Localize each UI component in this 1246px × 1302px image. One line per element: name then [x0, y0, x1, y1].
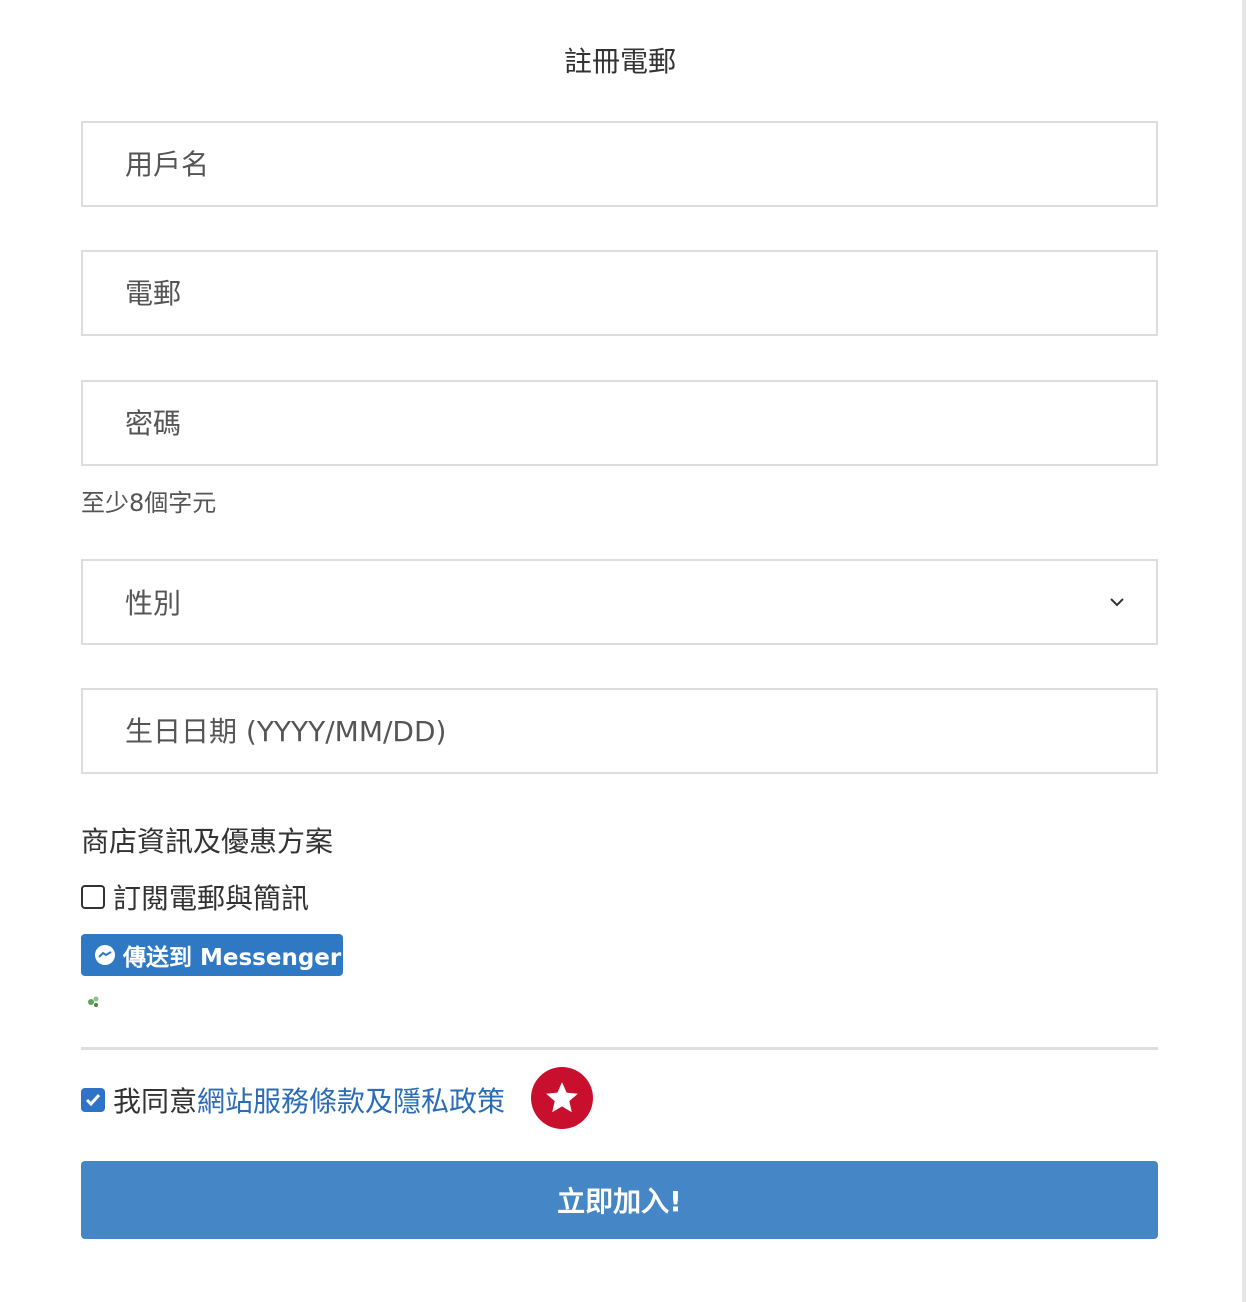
terms-link[interactable]: 網站服務條款及隱私政策 — [197, 1080, 505, 1120]
terms-checkbox[interactable] — [81, 1088, 105, 1112]
star-icon — [546, 1082, 578, 1113]
terms-prefix: 我同意 — [113, 1085, 198, 1118]
terms-row[interactable]: 我同意 網站服務條款及隱私政策 — [81, 1080, 505, 1120]
birthday-field[interactable] — [81, 688, 1158, 774]
subscribe-row[interactable]: 訂閱電郵與簡訊 — [81, 877, 309, 917]
subscribe-label: 訂閱電郵與簡訊 — [113, 882, 310, 915]
page-title: 註冊電郵 — [563, 45, 676, 78]
password-hint: 至少8個字元 — [81, 489, 217, 517]
divider — [81, 1047, 1158, 1050]
email-input[interactable] — [125, 252, 1156, 334]
page-edge — [1242, 0, 1246, 1302]
gender-select[interactable]: 性別 — [81, 559, 1158, 645]
username-input[interactable] — [125, 123, 1156, 205]
gender-select-label: 性別 — [125, 587, 182, 620]
password-input[interactable] — [125, 382, 1156, 464]
loading-spinner-icon — [88, 996, 99, 1007]
messenger-icon — [95, 945, 115, 965]
checkmark-icon — [85, 1094, 101, 1107]
messenger-button-label: 傳送到 Messenger — [123, 945, 342, 971]
star-badge — [531, 1067, 593, 1129]
marketing-section-title: 商店資訊及優惠方案 — [81, 825, 334, 858]
subscribe-checkbox[interactable] — [81, 885, 105, 909]
birthday-input[interactable] — [125, 690, 1156, 772]
password-field[interactable] — [81, 380, 1158, 466]
username-field[interactable] — [81, 121, 1158, 207]
send-to-messenger-button[interactable]: 傳送到 Messenger — [81, 934, 343, 976]
email-field[interactable] — [81, 250, 1158, 336]
chevron-down-icon — [1110, 598, 1124, 607]
join-now-button[interactable]: 立即加入! — [81, 1161, 1158, 1239]
